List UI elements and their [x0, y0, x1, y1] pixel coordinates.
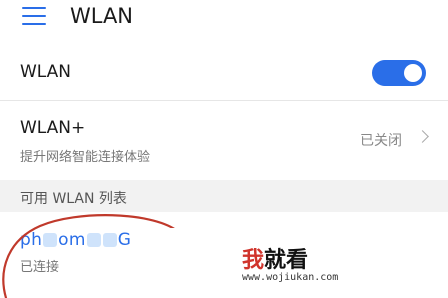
wlan-toggle-switch[interactable]: [372, 60, 426, 86]
app-header: WLAN: [0, 0, 448, 40]
wlan-plus-label: WLAN+: [20, 118, 86, 138]
wlan-plus-status: 已关闭: [360, 133, 402, 149]
section-title: 可用 WLAN 列表: [20, 191, 127, 207]
toggle-knob: [404, 64, 422, 82]
watermark-logo: 我就看 www.wojiukan.com: [156, 228, 448, 298]
chevron-right-icon: [416, 130, 429, 143]
wlan-plus-subtitle: 提升网络智能连接体验: [20, 150, 151, 165]
page-title: WLAN: [70, 4, 134, 28]
hamburger-menu-icon[interactable]: [22, 7, 46, 25]
wlan-plus-row[interactable]: WLAN+ 提升网络智能连接体验 已关闭: [0, 108, 448, 170]
watermark-url: www.wojiukan.com: [242, 272, 339, 283]
wlan-toggle-row[interactable]: WLAN: [0, 52, 448, 94]
watermark-text: 我就看: [242, 248, 309, 273]
wlan-label: WLAN: [20, 62, 72, 82]
divider: [0, 100, 448, 101]
